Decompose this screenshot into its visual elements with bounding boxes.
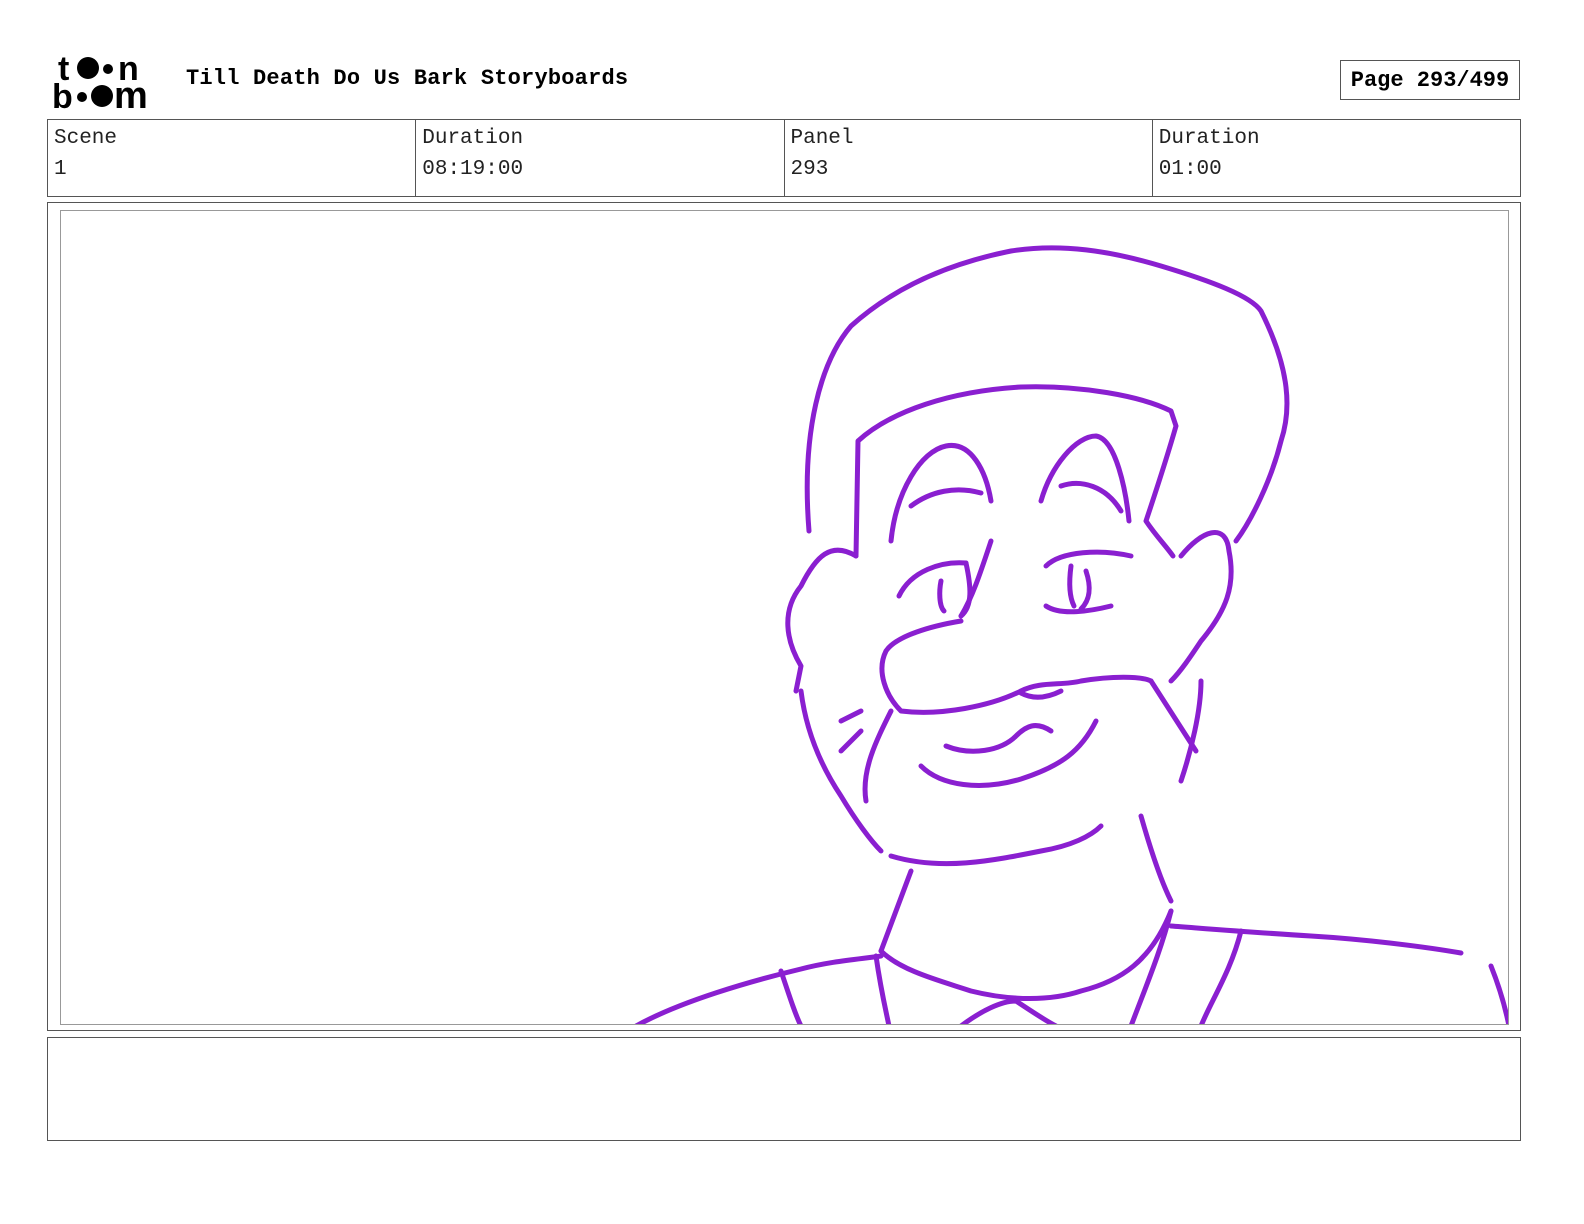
notes-area (47, 1037, 1521, 1141)
svg-text:b: b (52, 78, 73, 112)
toon-boom-logo: t n b m (52, 50, 164, 117)
page-number: Page 293/499 (1340, 60, 1520, 100)
scene-value: 1 (54, 158, 67, 181)
info-table: Scene 1 Duration 08:19:00 Panel 293 Dura… (47, 119, 1521, 197)
panel-duration-label: Duration (1158, 127, 1260, 150)
document-title: Till Death Do Us Bark Storyboards (186, 66, 629, 91)
panel-duration-value: 01:00 (1158, 158, 1222, 181)
scene-cell: Scene 1 (48, 120, 415, 196)
storyboard-panel (47, 202, 1521, 1031)
scene-duration-value: 08:19:00 (422, 158, 524, 181)
man-face-sketch (634, 245, 1508, 1024)
scene-duration-cell: Duration 08:19:00 (415, 120, 783, 196)
panel-duration-cell: Duration 01:00 (1151, 120, 1520, 196)
panel-image-frame (60, 210, 1509, 1025)
scene-label: Scene (54, 127, 118, 150)
panel-cell: Panel 293 (783, 120, 1152, 196)
svg-text:m: m (114, 75, 148, 112)
scene-duration-label: Duration (422, 127, 524, 150)
panel-label: Panel (790, 127, 854, 150)
panel-value: 293 (790, 158, 829, 181)
